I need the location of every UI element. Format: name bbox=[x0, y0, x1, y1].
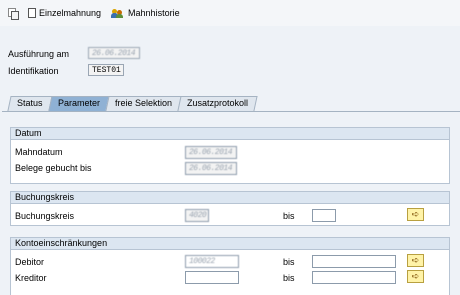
tab-strip: Status Parameter freie Selektion Zusatzp… bbox=[7, 96, 258, 111]
einzelmahnung-label: Einzelmahnung bbox=[39, 8, 102, 18]
buchungskreis-multiselect-button[interactable]: ➪ bbox=[407, 208, 424, 221]
tab-parameter[interactable]: Parameter bbox=[47, 96, 110, 111]
mahndatum-field[interactable]: 26.06.2014 bbox=[185, 146, 237, 159]
arrow-right-icon: ➪ bbox=[411, 209, 420, 219]
group-datum: Datum Mahndatum 26.06.2014 Belege gebuch… bbox=[10, 127, 450, 184]
identifikation-value: TEST01 bbox=[88, 64, 124, 76]
tab-status[interactable]: Status bbox=[7, 96, 53, 111]
tab-freie-selektion[interactable]: freie Selektion bbox=[104, 96, 182, 111]
belege-gebucht-bis-field[interactable]: 26.06.2014 bbox=[185, 162, 237, 175]
debitor-multiselect-button[interactable]: ➪ bbox=[407, 254, 424, 267]
document-icon bbox=[28, 8, 36, 18]
buchungskreis-to-field[interactable] bbox=[312, 209, 336, 222]
mahnhistorie-button[interactable]: Mahnhistorie bbox=[111, 8, 180, 18]
debitor-to-field[interactable] bbox=[312, 255, 396, 268]
application-toolbar: Einzelmahnung Mahnhistorie bbox=[0, 0, 460, 26]
debitor-label: Debitor bbox=[15, 257, 45, 267]
arrow-right-icon: ➪ bbox=[411, 271, 420, 281]
group-buchungskreis-title: Buchungskreis bbox=[11, 192, 449, 204]
kreditor-multiselect-button[interactable]: ➪ bbox=[407, 270, 424, 283]
buchungskreis-bis-label: bis bbox=[283, 211, 295, 221]
debitor-from-field[interactable]: 100022 bbox=[185, 255, 239, 268]
ausfuehrung-label: Ausführung am bbox=[8, 49, 70, 59]
kreditor-label: Kreditor bbox=[15, 273, 47, 283]
group-konto-title: Kontoeinschränkungen bbox=[11, 238, 449, 250]
group-kontoeinschraenkungen: Kontoeinschränkungen Debitor 100022 bis … bbox=[10, 237, 450, 295]
mahndatum-label: Mahndatum bbox=[15, 147, 63, 157]
history-people-icon bbox=[111, 8, 125, 18]
debitor-bis-label: bis bbox=[283, 257, 295, 267]
kreditor-to-field[interactable] bbox=[312, 271, 396, 284]
group-buchungskreis: Buchungskreis Buchungskreis 4020 bis ➪ bbox=[10, 191, 450, 226]
arrow-right-icon: ➪ bbox=[411, 255, 420, 265]
buchungskreis-from-field[interactable]: 4020 bbox=[185, 209, 209, 222]
tab-zusatzprotokoll[interactable]: Zusatzprotokoll bbox=[176, 96, 258, 111]
parameter-panel: Datum Mahndatum 26.06.2014 Belege gebuch… bbox=[2, 111, 460, 295]
buchungskreis-label: Buchungskreis bbox=[15, 211, 75, 221]
kreditor-bis-label: bis bbox=[283, 273, 295, 283]
mahnhistorie-label: Mahnhistorie bbox=[128, 8, 180, 18]
kreditor-from-field[interactable] bbox=[185, 271, 239, 284]
belege-label: Belege gebucht bis bbox=[15, 163, 92, 173]
identifikation-label: Identifikation bbox=[8, 66, 59, 76]
group-datum-title: Datum bbox=[11, 128, 449, 140]
copy-icon[interactable] bbox=[8, 8, 19, 20]
einzelmahnung-button[interactable]: Einzelmahnung bbox=[28, 8, 101, 18]
ausfuehrung-value: 26.06.2014 bbox=[88, 47, 140, 59]
